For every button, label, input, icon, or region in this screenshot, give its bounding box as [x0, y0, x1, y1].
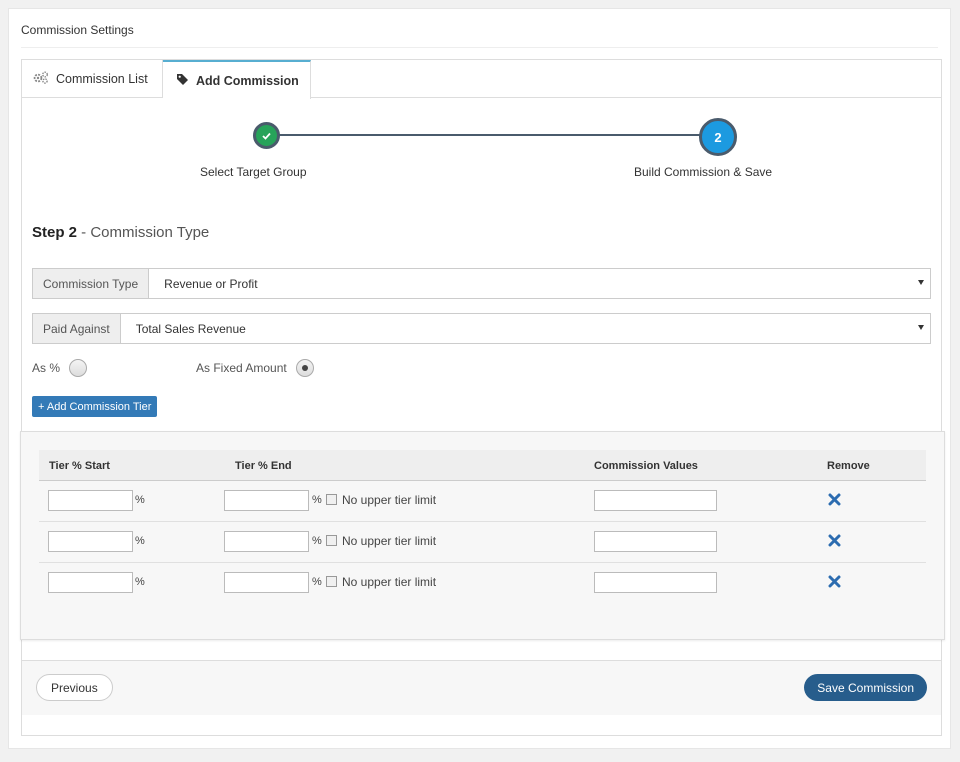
commission-value-input[interactable]: [594, 572, 717, 593]
step-heading-prefix: Step 2: [32, 224, 78, 241]
commission-type-select[interactable]: Revenue or Profit: [149, 269, 930, 298]
paid-against-group: Paid Against Total Sales Revenue: [32, 313, 931, 344]
commission-value-input[interactable]: [594, 490, 717, 511]
step-2-label: Build Commission & Save: [634, 165, 773, 179]
as-fixed-amount-option: As Fixed Amount: [196, 359, 314, 377]
percent-sign: %: [312, 494, 322, 506]
paid-against-select[interactable]: Total Sales Revenue: [121, 314, 930, 343]
no-upper-limit-label: No upper tier limit: [342, 534, 437, 548]
as-percent-label: As %: [32, 361, 61, 375]
tab-add-commission-label: Add Commission: [196, 73, 299, 88]
no-upper-limit-label: No upper tier limit: [342, 493, 437, 507]
header-commission-values: Commission Values: [594, 460, 698, 472]
step-1-complete-circle: [253, 122, 280, 149]
tier-start-input[interactable]: [48, 531, 133, 552]
previous-button[interactable]: Previous: [36, 674, 113, 701]
tier-end-input[interactable]: [224, 531, 309, 552]
tab-commission-list[interactable]: Commission List: [22, 60, 163, 98]
remove-icon[interactable]: [828, 534, 842, 548]
tier-start-input[interactable]: [48, 572, 133, 593]
tab-add-commission[interactable]: Add Commission: [163, 60, 311, 99]
commission-type-group: Commission Type Revenue or Profit: [32, 268, 931, 299]
tier-end-input[interactable]: [224, 490, 309, 511]
as-fixed-amount-radio[interactable]: [295, 359, 314, 377]
header-tier-start: Tier % Start: [49, 460, 110, 472]
checkmark-icon: [262, 132, 271, 140]
as-percent-radio[interactable]: [69, 359, 88, 377]
as-percent-option: As %: [32, 359, 88, 377]
tier-panel: Tier % Start Tier % End Commission Value…: [20, 431, 945, 640]
tier-row: %% No upper tier limit: [39, 481, 926, 522]
percent-sign: %: [135, 494, 145, 506]
remove-icon[interactable]: [828, 493, 842, 507]
step-heading-suffix: - Commission Type: [77, 224, 210, 241]
percent-sign: %: [312, 576, 322, 588]
tab-commission-list-label: Commission List: [56, 72, 148, 86]
add-commission-tier-button[interactable]: + Add Commission Tier: [32, 396, 158, 417]
percent-sign: %: [312, 535, 322, 547]
paid-against-label: Paid Against: [33, 314, 121, 343]
commission-settings-panel: Commission Settings Commission List Add …: [8, 8, 951, 749]
tier-end-input[interactable]: [224, 572, 309, 593]
step-heading: Step 2 - Commission Type: [32, 224, 209, 241]
commission-type-label: Commission Type: [33, 269, 150, 298]
no-upper-limit-checkbox[interactable]: [326, 494, 337, 505]
step-2-current-circle: 2: [699, 118, 737, 156]
step-1-label: Select Target Group: [200, 165, 307, 179]
save-commission-button[interactable]: Save Commission: [804, 674, 927, 701]
no-upper-limit-checkbox[interactable]: [326, 576, 337, 587]
caret-down-icon: [918, 280, 924, 285]
header-remove: Remove: [827, 460, 870, 472]
stepper-line: [269, 134, 723, 136]
form-footer: Previous Save Commission: [22, 660, 941, 715]
title-divider: [21, 47, 938, 48]
percent-sign: %: [135, 576, 145, 588]
tabs-container: Commission List Add Commission 2 Select …: [20, 59, 945, 736]
no-upper-limit-label: No upper tier limit: [342, 575, 437, 589]
percent-sign: %: [135, 535, 145, 547]
paid-against-value: Total Sales Revenue: [135, 321, 246, 336]
commission-value-input[interactable]: [594, 531, 717, 552]
tier-row: %% No upper tier limit: [39, 522, 926, 563]
tier-table-header: Tier % Start Tier % End Commission Value…: [39, 450, 926, 481]
tag-icon: [176, 73, 189, 89]
tier-row: %% No upper tier limit: [39, 563, 926, 604]
tab-strip: Commission List Add Commission: [22, 60, 941, 99]
no-upper-limit-checkbox[interactable]: [326, 535, 337, 546]
panel-title: Commission Settings: [21, 23, 134, 37]
gears-icon: [33, 71, 49, 87]
tier-rows: %% No upper tier limit%% No upper tier lim…: [39, 481, 926, 604]
caret-down-icon: [918, 325, 924, 330]
tier-table: Tier % Start Tier % End Commission Value…: [39, 450, 926, 604]
header-tier-end: Tier % End: [235, 460, 292, 472]
remove-icon[interactable]: [828, 575, 842, 589]
commission-type-value: Revenue or Profit: [164, 276, 258, 291]
as-fixed-amount-label: As Fixed Amount: [196, 361, 287, 375]
tier-start-input[interactable]: [48, 490, 133, 511]
